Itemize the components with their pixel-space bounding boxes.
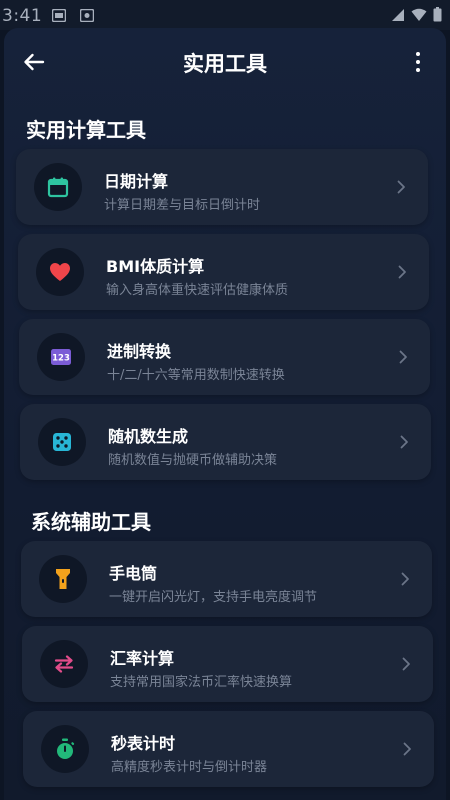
tool-card-title: 进制转换 — [107, 342, 172, 361]
exchange-arrows-icon — [40, 640, 88, 688]
tool-card-title: 日期计算 — [104, 172, 169, 191]
status-time: 3:41 — [2, 6, 43, 26]
tool-card-2-1[interactable]: 手电筒 一键开启闪光灯，支持手电亮度调节 — [21, 541, 432, 617]
page-title: 实用工具 — [183, 52, 267, 76]
chevron-right-icon — [398, 265, 406, 279]
chevron-right-icon — [399, 350, 407, 364]
tool-card-subtitle: 计算日期差与目标日倒计时 — [104, 198, 261, 213]
more-options-button[interactable] — [408, 48, 428, 76]
stopwatch-icon — [41, 725, 89, 773]
calendar-icon — [34, 163, 82, 211]
battery-icon — [433, 7, 442, 22]
tool-card-2-3[interactable]: 秒表计时 高精度秒表计时与倒计时器 — [23, 711, 434, 787]
tool-card-1-4[interactable]: 随机数生成 随机数值与抛硬币做辅助决策 — [20, 404, 431, 480]
svg-text:123: 123 — [52, 354, 70, 364]
settings-notification-icon — [80, 9, 94, 22]
wifi-icon — [411, 8, 427, 21]
signal-icon — [392, 8, 404, 21]
chevron-right-icon — [403, 742, 411, 756]
tool-card-title: BMI体质计算 — [106, 257, 205, 276]
app-bar: 实用工具 — [4, 28, 446, 94]
app-screen: 实用工具 实用计算工具 日期计算 计算日期差与目标日倒计时 BMI体质计算 输入… — [4, 28, 446, 800]
tool-card-1-2[interactable]: BMI体质计算 输入身高体重快速评估健康体质 — [18, 234, 429, 310]
tool-card-subtitle: 随机数值与抛硬币做辅助决策 — [108, 453, 278, 468]
dice-icon — [38, 418, 86, 466]
tool-card-subtitle: 十/二/十六等常用数制快速转换 — [107, 368, 285, 383]
tool-card-1-3[interactable]: 123 进制转换 十/二/十六等常用数制快速转换 — [19, 319, 430, 395]
tool-card-subtitle: 输入身高体重快速评估健康体质 — [106, 283, 289, 298]
flashlight-icon — [39, 555, 87, 603]
tool-card-2-2[interactable]: 汇率计算 支持常用国家法币汇率快速换算 — [22, 626, 433, 702]
tool-card-subtitle: 一键开启闪光灯，支持手电亮度调节 — [109, 590, 318, 605]
tool-card-title: 随机数生成 — [108, 427, 189, 446]
tool-card-1-1[interactable]: 日期计算 计算日期差与目标日倒计时 — [16, 149, 428, 225]
section-title-1: 实用计算工具 — [26, 118, 146, 142]
chevron-right-icon — [397, 180, 405, 194]
tool-card-subtitle: 高精度秒表计时与倒计时器 — [111, 760, 268, 775]
heart-icon — [36, 248, 84, 296]
tool-card-subtitle: 支持常用国家法币汇率快速换算 — [110, 675, 293, 690]
section-title-2: 系统辅助工具 — [31, 510, 151, 534]
chevron-right-icon — [402, 657, 410, 671]
number-123-icon: 123 — [37, 333, 85, 381]
tool-card-title: 汇率计算 — [110, 649, 175, 668]
tool-card-title: 手电筒 — [109, 564, 158, 583]
status-right-icons — [391, 7, 442, 22]
more-vert-icon — [416, 52, 420, 56]
chevron-right-icon — [401, 572, 409, 586]
status-bar: 3:41 — [0, 0, 450, 30]
chevron-right-icon — [400, 435, 408, 449]
tool-card-title: 秒表计时 — [111, 734, 176, 753]
gallery-notification-icon — [52, 9, 66, 22]
